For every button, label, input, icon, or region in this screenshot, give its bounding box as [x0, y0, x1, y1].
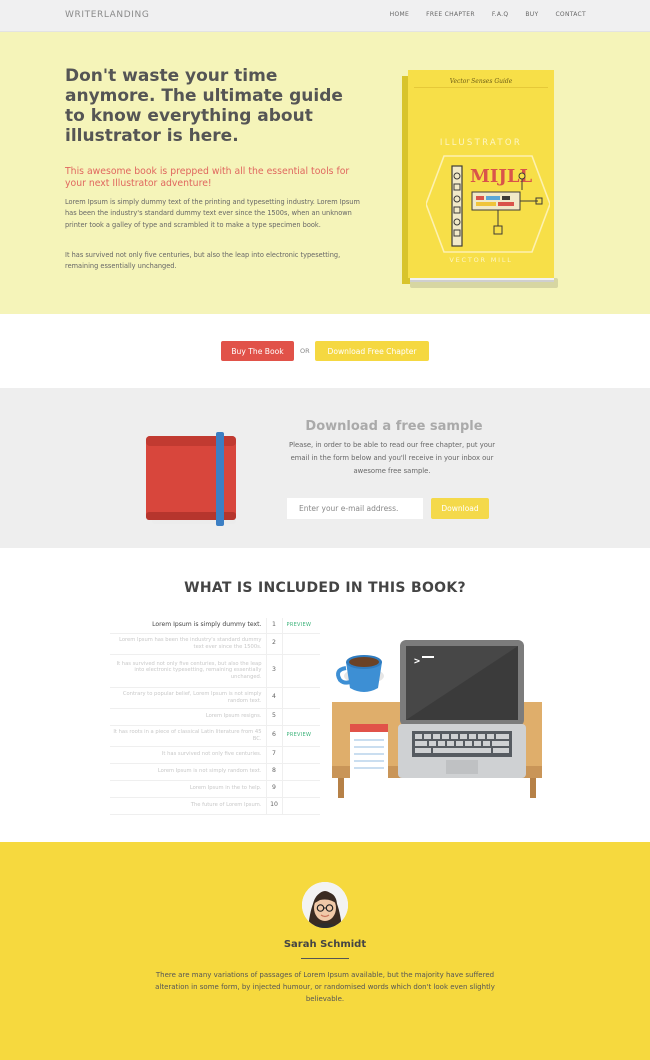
preview-link[interactable]: PREVIEW [282, 725, 320, 747]
preview-link [282, 708, 320, 726]
hero-paragraph-2: It has survived not only five centuries,… [65, 251, 341, 271]
download-chapter-button[interactable]: Download Free Chapter [315, 341, 429, 361]
table-row: Lorem Ipsum is simply dummy text. 1 PREV… [110, 618, 320, 634]
table-row: Lorem Ipsum in the to help. 9 [110, 780, 320, 798]
chapter-title: Lorem Ipsum in the to help. [110, 780, 266, 798]
top-nav: WRITERLANDING HOME FREE CHAPTER F.A.Q BU… [0, 0, 650, 32]
chapter-title: The future of Lorem Ipsum. [110, 797, 266, 815]
contents-table: Lorem Ipsum is simply dummy text. 1 PREV… [110, 618, 320, 815]
preview-link [282, 746, 320, 764]
nav-link-contact[interactable]: CONTACT [555, 11, 586, 18]
author-photo [302, 882, 348, 928]
avatar [302, 882, 348, 928]
nav-link-buy[interactable]: BUY [525, 11, 538, 18]
author-divider [301, 958, 349, 959]
book-author: VECTOR MILL [449, 256, 513, 264]
table-row: Lorem Ipsum is not simply random text. 8 [110, 763, 320, 781]
table-row: Lorem Ipsum resigns. 5 [110, 708, 320, 726]
chapter-number: 10 [265, 797, 283, 815]
chapter-number: 8 [265, 763, 283, 781]
chapter-title: Lorem Ipsum resigns. [110, 708, 266, 726]
nav-link-free-chapter[interactable]: FREE CHAPTER [426, 11, 475, 18]
hero-subtitle: This awesome book is prepped with all th… [65, 166, 350, 189]
preview-link[interactable]: PREVIEW [282, 618, 320, 634]
site-logo[interactable]: WRITERLANDING [65, 10, 149, 20]
chapter-title: It has roots in a piece of classical Lat… [110, 725, 266, 747]
table-row: It has survived not only five centuries,… [110, 654, 320, 688]
table-row: The future of Lorem Ipsum. 10 [110, 797, 320, 815]
preview-link [282, 687, 320, 709]
sample-description: Please, in order to be able to read our … [288, 441, 496, 475]
download-sample-button[interactable]: Download [431, 498, 489, 519]
chapter-number: 5 [265, 708, 283, 726]
book-series: Vector Senses Guide [449, 78, 513, 85]
svg-text:>: > [414, 656, 420, 667]
table-row: It has survived not only five centuries.… [110, 746, 320, 764]
chapter-number: 7 [265, 746, 283, 764]
table-row: Contrary to popular belief, Lorem Ipsum … [110, 687, 320, 709]
table-row: It has roots in a piece of classical Lat… [110, 725, 320, 747]
chapter-title: It has survived not only five centuries. [110, 746, 266, 764]
author-section: Sarah Schmidt There are many variations … [0, 842, 650, 1060]
author-bio: There are many variations of passages of… [155, 971, 495, 1003]
preview-link [282, 797, 320, 815]
nav-link-home[interactable]: HOME [390, 11, 409, 18]
preview-link [282, 654, 320, 688]
contents-section: WHAT IS INCLUDED IN THIS BOOK? Lorem Ips… [0, 548, 650, 842]
preview-link [282, 780, 320, 798]
nav-menu: HOME FREE CHAPTER F.A.Q BUY CONTACT [390, 11, 586, 18]
or-separator: OR [300, 347, 310, 355]
chapter-title: It has survived not only five centuries,… [110, 654, 266, 688]
cta-section: Buy The Book OR Download Free Chapter [0, 314, 650, 388]
hero-section: Don't waste your time anymore. The ultim… [0, 32, 650, 314]
book-cover-illustration: Vector Senses Guide ILLUSTRATOR MIJLL VE… [402, 70, 558, 288]
hero-title: Don't waste your time anymore. The ultim… [65, 66, 343, 146]
chapter-number: 3 [265, 654, 283, 688]
workspace-illustration: > [332, 640, 542, 798]
chapter-title: Lorem Ipsum is not simply random text. [110, 763, 266, 781]
buy-book-button[interactable]: Buy The Book [221, 341, 294, 361]
free-sample-section: Download a free sample Please, in order … [0, 388, 650, 548]
sample-title: Download a free sample [305, 419, 483, 434]
preview-link [282, 633, 320, 655]
preview-link [282, 763, 320, 781]
book-art: MIJLL [426, 155, 550, 253]
contents-title: WHAT IS INCLUDED IN THIS BOOK? [184, 580, 466, 596]
email-field[interactable] [287, 498, 423, 519]
hero-paragraph-1: Lorem Ipsum is simply dummy text of the … [65, 198, 360, 229]
book-divider [414, 87, 548, 88]
chapter-title: Lorem Ipsum is simply dummy text. [110, 618, 266, 634]
chapter-title: Lorem Ipsum has been the industry's stan… [110, 633, 266, 655]
chapter-number: 2 [265, 633, 283, 655]
chapter-number: 9 [265, 780, 283, 798]
book-category: ILLUSTRATOR [439, 138, 523, 148]
nav-link-faq[interactable]: F.A.Q [492, 11, 509, 18]
red-book-icon [146, 432, 236, 526]
chapter-number: 6 [265, 725, 283, 747]
chapter-title: Contrary to popular belief, Lorem Ipsum … [110, 687, 266, 709]
chapter-number: 4 [265, 687, 283, 709]
table-row: Lorem Ipsum has been the industry's stan… [110, 633, 320, 655]
author-name: Sarah Schmidt [283, 939, 367, 950]
chapter-number: 1 [265, 618, 283, 634]
